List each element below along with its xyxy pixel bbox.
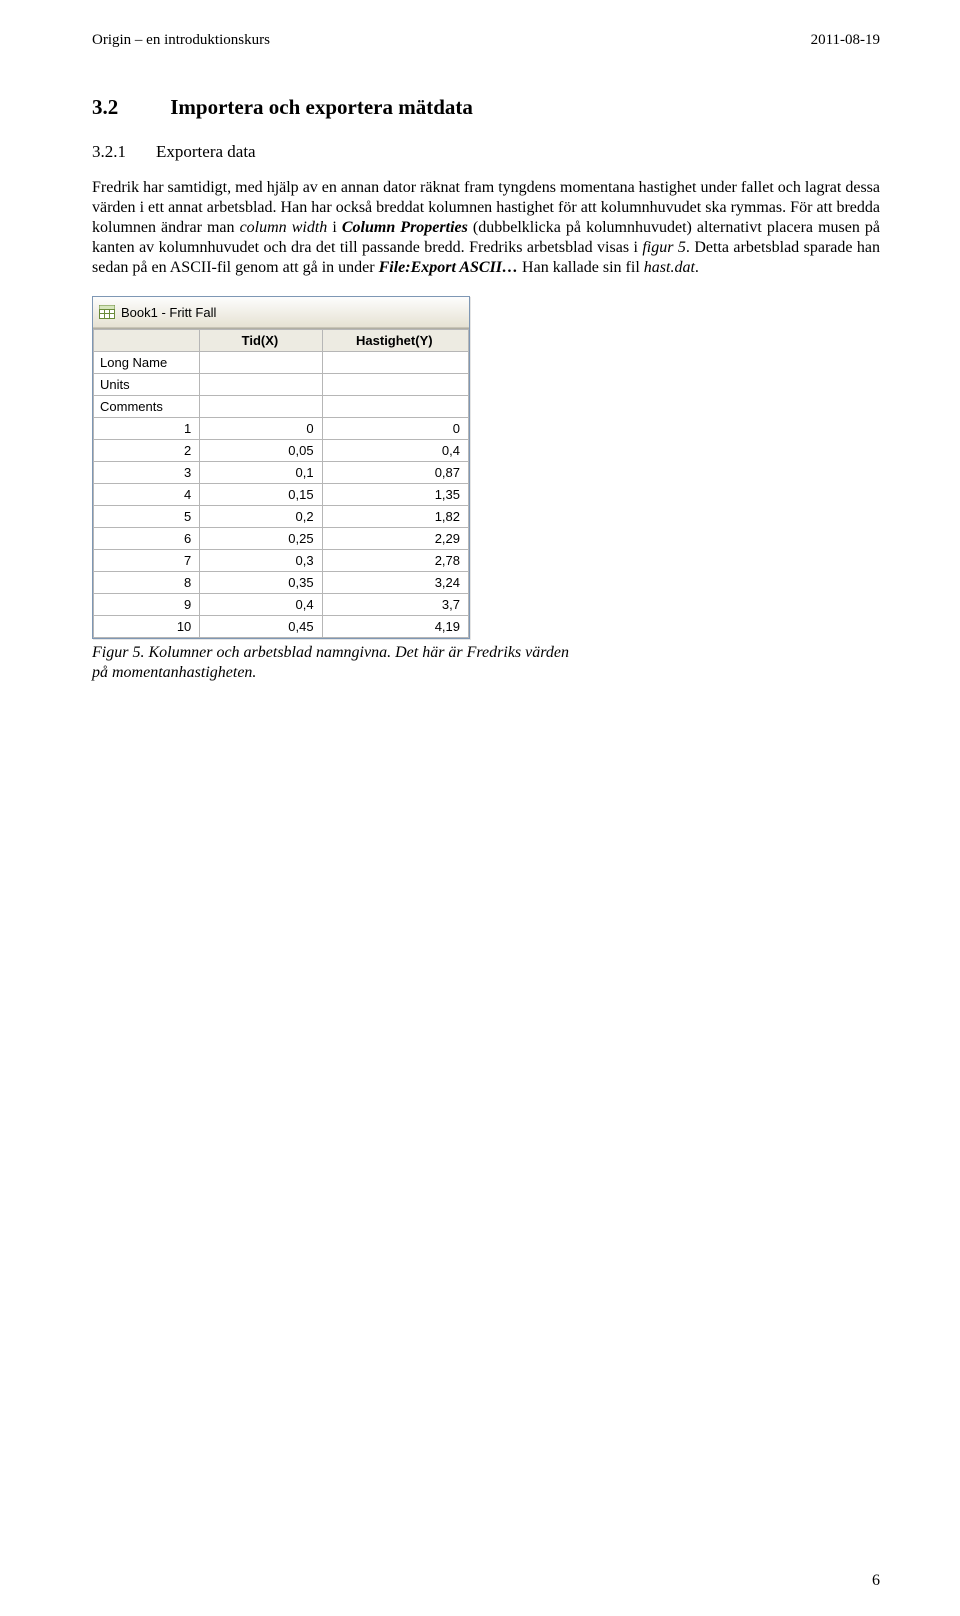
cell-y: 0,4 [322,440,468,462]
header-left: Origin – en introduktionskurs [92,32,270,49]
figure-caption: Figur 5. Kolumner och arbetsblad namngiv… [92,643,572,682]
subsection-title: Exportera data [156,142,256,162]
para-bold-italic: Column Properties [342,219,468,236]
cell [322,396,468,418]
origin-table-body: Long Name Units Comments [94,352,469,638]
page-header: Origin – en introduktionskurs 2011-08-19 [92,32,880,49]
row-number: 6 [94,528,200,550]
para-italic: hast.dat [644,259,695,276]
table-row: 3 0,1 0,87 [94,462,469,484]
subsection-number: 3.2.1 [92,142,126,162]
table-row: 2 0,05 0,4 [94,440,469,462]
cell [322,374,468,396]
para-italic: figur 5 [642,239,686,256]
row-number: 2 [94,440,200,462]
row-number: 5 [94,506,200,528]
cell [200,374,322,396]
column-header-row: Tid(X) Hastighet(Y) [94,330,469,352]
cell-x: 0 [200,418,322,440]
para-italic: column width [240,219,328,236]
corner-cell [94,330,200,352]
row-number: 1 [94,418,200,440]
table-row: 9 0,4 3,7 [94,594,469,616]
row-label: Comments [94,396,200,418]
para-text: . [695,259,699,276]
column-header-tid: Tid(X) [200,330,322,352]
row-number: 8 [94,572,200,594]
table-row: 5 0,2 1,82 [94,506,469,528]
cell-y: 4,19 [322,616,468,638]
row-number: 4 [94,484,200,506]
cell-x: 0,1 [200,462,322,484]
table-row: 8 0,35 3,24 [94,572,469,594]
label-row-comments: Comments [94,396,469,418]
origin-titlebar: Book1 - Fritt Fall [93,297,469,328]
cell-x: 0,25 [200,528,322,550]
origin-window-title: Book1 - Fritt Fall [121,305,216,320]
table-row: 4 0,15 1,35 [94,484,469,506]
label-row-longname: Long Name [94,352,469,374]
origin-worksheet: Tid(X) Hastighet(Y) Long Name Units [93,328,469,638]
cell [322,352,468,374]
body-paragraph: Fredrik har samtidigt, med hjälp av en a… [92,178,880,278]
worksheet-icon [99,305,115,319]
row-number: 7 [94,550,200,572]
cell-x: 0,05 [200,440,322,462]
section-number: 3.2 [92,95,118,120]
label-row-units: Units [94,374,469,396]
table-row: 7 0,3 2,78 [94,550,469,572]
para-text: Han kallade sin fil [518,259,644,276]
row-label: Units [94,374,200,396]
column-header-hastighet: Hastighet(Y) [322,330,468,352]
cell-y: 2,78 [322,550,468,572]
cell [200,352,322,374]
page-number: 6 [872,1572,880,1590]
section-title: Importera och exportera mätdata [170,95,473,120]
table-row: 1 0 0 [94,418,469,440]
section-heading: 3.2 Importera och exportera mätdata [92,95,880,120]
cell-x: 0,3 [200,550,322,572]
table-row: 10 0,45 4,19 [94,616,469,638]
cell-y: 1,82 [322,506,468,528]
row-number: 9 [94,594,200,616]
cell-x: 0,35 [200,572,322,594]
figure-5: Book1 - Fritt Fall Tid(X) Hastighet(Y) [92,296,880,682]
subsection-heading: 3.2.1 Exportera data [92,142,880,162]
para-text: i [327,219,342,236]
cell-x: 0,45 [200,616,322,638]
row-label: Long Name [94,352,200,374]
row-number: 10 [94,616,200,638]
header-right: 2011-08-19 [811,32,880,49]
para-bold-italic: File:Export ASCII… [379,259,518,276]
cell-y: 3,24 [322,572,468,594]
cell-y: 3,7 [322,594,468,616]
cell-y: 1,35 [322,484,468,506]
row-number: 3 [94,462,200,484]
cell [200,396,322,418]
page: Origin – en introduktionskurs 2011-08-19… [0,0,960,1616]
cell-y: 0,87 [322,462,468,484]
origin-table: Tid(X) Hastighet(Y) Long Name Units [93,329,469,638]
cell-x: 0,2 [200,506,322,528]
cell-x: 0,15 [200,484,322,506]
cell-x: 0,4 [200,594,322,616]
table-row: 6 0,25 2,29 [94,528,469,550]
cell-y: 2,29 [322,528,468,550]
origin-workbook-window: Book1 - Fritt Fall Tid(X) Hastighet(Y) [92,296,470,639]
cell-y: 0 [322,418,468,440]
